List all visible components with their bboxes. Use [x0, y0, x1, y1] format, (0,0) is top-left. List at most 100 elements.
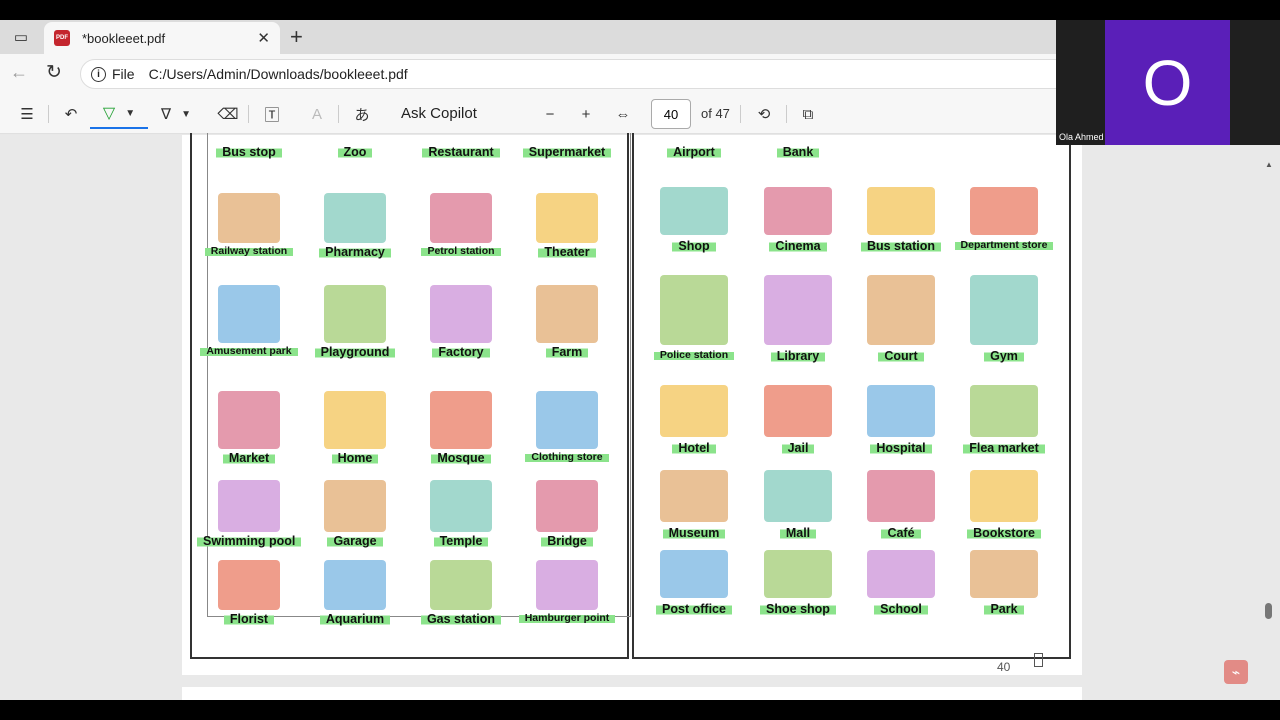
plus-icon[interactable]: +: [290, 24, 303, 50]
eraser-icon[interactable]: ⌫: [216, 102, 240, 126]
pdf-page: Bus stop Zoo Restaurant Supermarket Railway …: [182, 133, 1082, 675]
vocab-label: Hotel: [672, 441, 716, 455]
vocab-card: Florist: [197, 560, 301, 626]
vocab-label: Amusement park: [200, 345, 298, 357]
vocab-illustration: [970, 470, 1038, 522]
vocab-card: Aquarium: [303, 560, 407, 626]
vocab-label: Factory: [432, 345, 490, 359]
vocab-label: Flea market: [963, 441, 1045, 455]
chevron-down-icon[interactable]: ▼: [125, 108, 135, 119]
vocab-card: Department store: [952, 187, 1056, 251]
vocab-card: Zoo: [303, 125, 407, 159]
tab-actions-icon[interactable]: ▭: [10, 26, 32, 48]
tab-bookleeet[interactable]: PDF *bookleeet.pdf ✕: [44, 22, 280, 54]
vocab-illustration: [218, 560, 280, 610]
vocab-label: Bus station: [860, 239, 942, 253]
vertical-scrollbar[interactable]: ▲ ▼: [1262, 135, 1276, 709]
pdf-viewport[interactable]: Bus stop Zoo Restaurant Supermarket Railway …: [0, 133, 1280, 707]
vocab-illustration: [867, 550, 935, 598]
vocab-illustration: [660, 385, 728, 437]
vocab-illustration: [764, 187, 832, 235]
fit-width-icon[interactable]: ⇔: [610, 102, 636, 126]
contents-list-icon[interactable]: ☰: [14, 102, 40, 126]
vocab-label: Restaurant: [422, 145, 500, 159]
vocab-card: Bookstore: [952, 470, 1056, 540]
vocab-card: Factory: [409, 285, 513, 359]
vocab-label: Petrol station: [421, 245, 501, 257]
video-call-overlay: O Ola Ahmed: [1056, 20, 1280, 145]
vocab-label: Gym: [984, 349, 1024, 363]
text-box-icon[interactable]: 🅃: [260, 102, 284, 126]
vocab-illustration: [536, 480, 598, 532]
close-icon[interactable]: ✕: [257, 29, 270, 47]
page-view-icon[interactable]: ⧉: [796, 102, 820, 126]
vocab-label: Airport: [667, 145, 721, 159]
url-text[interactable]: C:/Users/Admin/Downloads/bookleeet.pdf: [149, 66, 408, 82]
page-number-input[interactable]: 40: [651, 99, 691, 129]
vocab-label: Cinema: [769, 239, 827, 253]
vocab-illustration: [867, 187, 935, 235]
scroll-up-icon[interactable]: ▲: [1265, 160, 1273, 169]
vocab-label: School: [874, 602, 928, 616]
vocab-card: Jail: [746, 385, 850, 455]
vocab-card: Shop: [642, 187, 746, 253]
vocab-label: Garage: [327, 534, 383, 548]
read-aloud-icon[interactable]: あ: [350, 102, 374, 126]
address-bar[interactable]: i File C:/Users/Admin/Downloads/bookleee…: [80, 59, 1070, 89]
vocab-card: Bridge: [515, 480, 619, 548]
vocab-label: Court: [878, 349, 924, 363]
vocab-label: Supermarket: [522, 145, 612, 159]
vocab-card: Bus station: [849, 187, 953, 253]
text-format-icon[interactable]: A: [305, 102, 329, 126]
vocab-illustration: [867, 275, 935, 345]
ask-copilot-button[interactable]: Ask Copilot: [401, 105, 477, 122]
vocab-illustration: [430, 560, 492, 610]
draw-button[interactable]: ∇ ▼: [154, 102, 198, 126]
vocab-label: Shoe shop: [760, 602, 836, 616]
vocab-label: Library: [770, 349, 826, 363]
vocab-card: Swimming pool: [197, 480, 302, 548]
zoom-in-icon[interactable]: +: [574, 102, 598, 126]
vocab-illustration: [536, 285, 598, 343]
vocab-label: Bank: [776, 145, 820, 159]
vocab-card: Mall: [746, 470, 850, 540]
undo-icon[interactable]: ↶: [58, 102, 84, 126]
back-arrow-icon[interactable]: ←: [10, 62, 28, 83]
reload-icon[interactable]: ↻: [46, 61, 62, 84]
scroll-thumb[interactable]: [1265, 603, 1272, 619]
vocab-label: Park: [984, 602, 1024, 616]
vocab-illustration: [324, 480, 386, 532]
zoom-out-icon[interactable]: −: [538, 102, 562, 126]
vocab-label: Hamburger point: [518, 612, 616, 624]
vocab-label: Market: [222, 451, 276, 465]
toolbar-divider: [338, 105, 339, 123]
info-icon[interactable]: i: [91, 66, 106, 82]
rotate-icon[interactable]: ⟲: [752, 102, 776, 126]
vocab-card: Gym: [952, 275, 1056, 363]
vocab-card: Playground: [303, 285, 407, 359]
vocab-illustration: [764, 275, 832, 345]
vocab-label: Zoo: [337, 145, 373, 159]
vocab-label: Police station: [653, 349, 735, 361]
vocab-illustration: [764, 470, 832, 522]
vocab-label: Bridge: [541, 534, 593, 548]
page-marker-icon: [1034, 653, 1043, 667]
screen-top-bar: [0, 0, 1280, 20]
vocab-card: Shoe shop: [746, 550, 850, 616]
vocab-label: Gas station: [420, 612, 502, 626]
vocab-illustration: [324, 285, 386, 343]
scheme-label: File: [112, 66, 135, 82]
tab-title: *bookleeet.pdf: [82, 30, 166, 46]
vocab-label: Bookstore: [967, 526, 1041, 540]
vocab-label: Swimming pool: [197, 534, 302, 548]
vocab-illustration: [764, 385, 832, 437]
vocab-card: Cinema: [746, 187, 850, 253]
chevron-down-icon[interactable]: ▼: [181, 109, 191, 120]
vocab-card: Park: [952, 550, 1056, 616]
acrobat-icon[interactable]: ⌁: [1224, 660, 1248, 684]
highlighter-icon: ▽: [102, 105, 116, 122]
vocab-label: Pharmacy: [319, 245, 391, 259]
highlight-button[interactable]: ▽ ▼: [90, 99, 148, 129]
vocab-label: Theater: [538, 245, 596, 259]
vocab-illustration: [218, 480, 280, 532]
